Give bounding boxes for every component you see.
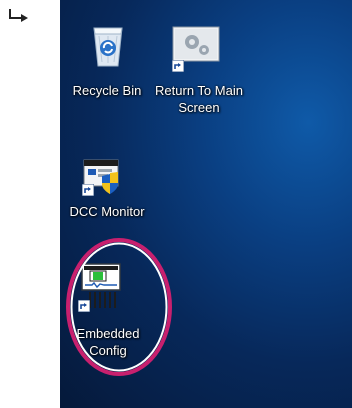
shortcut-arrow-icon <box>82 184 94 196</box>
screenshot: Recycle Bin Return To Main Screen DCC Mo… <box>0 0 352 408</box>
desktop-icon-label: DCC Monitor <box>69 204 145 219</box>
desktop-icon-label: Return To Main Screen <box>155 83 243 115</box>
desktop-icon-label: Embedded Config <box>76 326 140 358</box>
desktop-icon-return-to-main-screen[interactable]: Return To Main Screen <box>152 22 246 122</box>
shortcut-arrow-icon <box>172 60 184 72</box>
recycle-bin-icon <box>93 27 123 67</box>
desktop-icon-recycle-bin[interactable]: Recycle Bin <box>60 22 154 102</box>
shortcut-arrow-icon <box>78 300 90 312</box>
desktop-icon-label: Recycle Bin <box>72 83 142 98</box>
desktop: Recycle Bin Return To Main Screen DCC Mo… <box>60 0 352 408</box>
desktop-icon-dcc-monitor[interactable]: DCC Monitor <box>60 158 154 228</box>
desktop-icon-embedded-config[interactable]: Embedded Config <box>64 262 164 367</box>
pointer-arrow-icon <box>9 9 28 22</box>
